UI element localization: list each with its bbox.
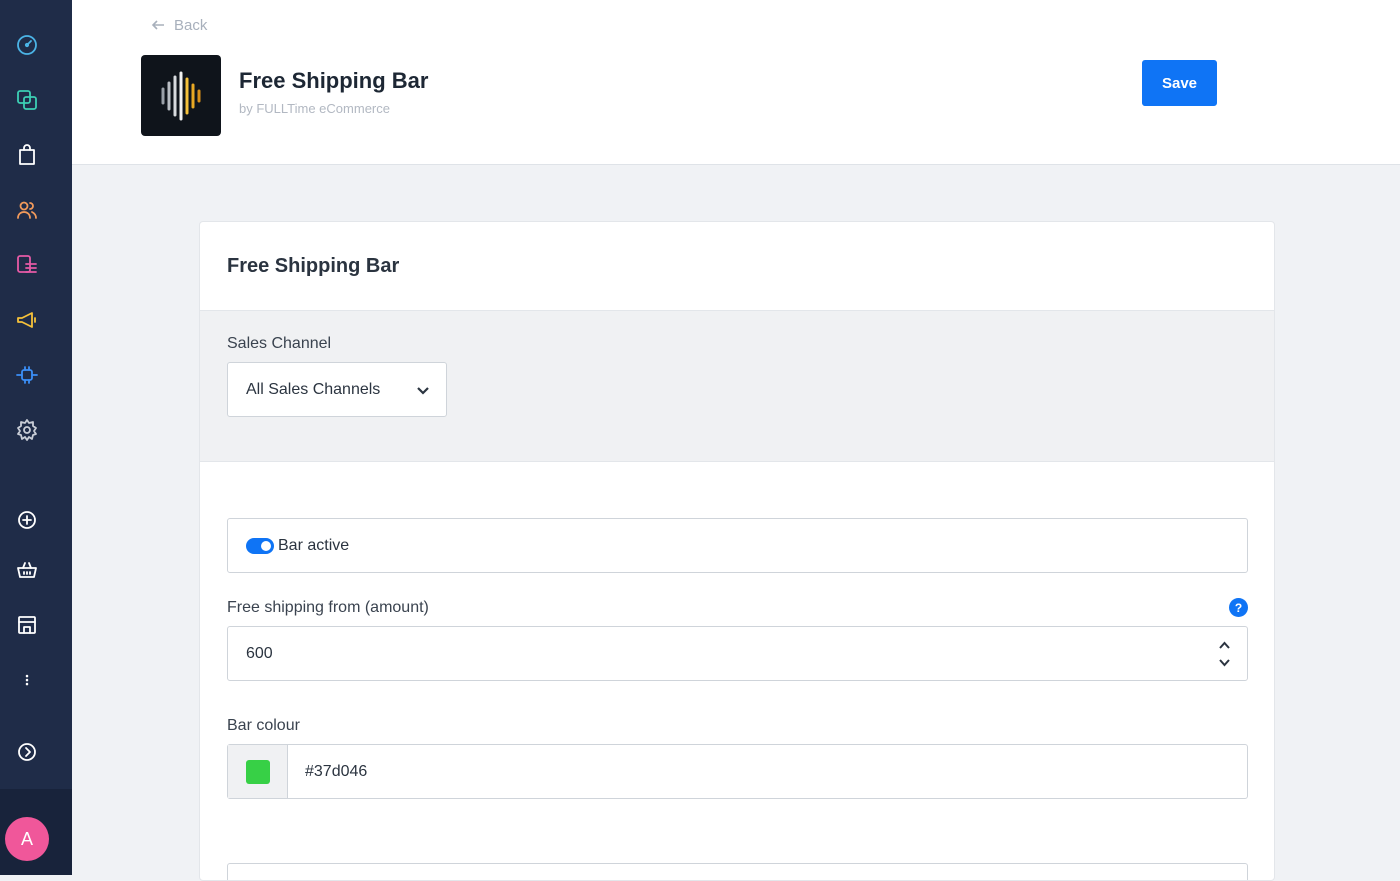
expand-circle-icon[interactable] (12, 737, 42, 767)
settings-card: Free Shipping Bar Sales Channel All Sale… (199, 221, 1275, 881)
shopping-bag-icon[interactable] (12, 140, 42, 170)
free-shipping-amount-input[interactable] (246, 644, 1146, 663)
app-subtitle: by FULLTime eCommerce (239, 101, 390, 116)
customers-icon[interactable] (12, 195, 42, 225)
amount-stepper[interactable] (1218, 640, 1231, 668)
arrow-left-icon (151, 20, 164, 30)
colour-swatch (245, 759, 270, 784)
bar-colour-label: Bar colour (227, 717, 300, 734)
app-title: Free Shipping Bar (239, 68, 429, 93)
app-logo (141, 55, 221, 136)
back-link[interactable]: Back (150, 15, 207, 35)
more-vertical-icon[interactable] (12, 665, 42, 695)
card-title: Free Shipping Bar (227, 255, 400, 277)
app-header: Back Free Shipping Bar by FULLTime eComm… (72, 0, 1400, 165)
sales-channel-section: Sales Channel All Sales Channels (200, 311, 1274, 462)
card-header: Free Shipping Bar (200, 222, 1274, 311)
sidebar: A (0, 0, 72, 875)
chevron-down-icon (417, 386, 429, 395)
store-icon[interactable] (12, 610, 42, 640)
dashboard-icon[interactable] (12, 30, 42, 60)
bar-active-field: Bar active (227, 518, 1248, 573)
sidebar-profile-area: A (0, 789, 72, 875)
bar-active-toggle[interactable] (246, 537, 274, 554)
colour-picker-button[interactable] (228, 745, 288, 798)
sales-channel-select[interactable]: All Sales Channels (227, 362, 447, 417)
content-icon[interactable] (12, 250, 42, 280)
megaphone-icon[interactable] (12, 305, 42, 335)
basket-icon[interactable] (12, 555, 42, 585)
help-icon[interactable]: ? (1229, 598, 1248, 617)
add-circle-icon[interactable] (12, 505, 42, 535)
free-shipping-amount-field (227, 626, 1248, 681)
bar-colour-input[interactable] (288, 762, 1188, 781)
sales-channel-value: All Sales Channels (246, 380, 381, 398)
settings-icon[interactable] (12, 415, 42, 445)
sales-channel-label: Sales Channel (227, 335, 332, 352)
back-label: Back (174, 16, 208, 34)
avatar[interactable]: A (5, 817, 49, 861)
next-field-partial (227, 863, 1248, 880)
plugin-icon[interactable] (12, 360, 42, 390)
free-shipping-label: Free shipping from (amount) (227, 598, 429, 616)
free-shipping-label-row: Free shipping from (amount) ? (227, 598, 1248, 617)
chevron-up-icon[interactable] (1218, 640, 1231, 650)
chevron-down-icon[interactable] (1218, 658, 1231, 668)
save-button[interactable]: Save (1142, 60, 1217, 106)
card-body: Bar active Free shipping from (amount) ?… (200, 462, 1274, 880)
layers-icon[interactable] (12, 85, 42, 115)
bar-colour-field (227, 744, 1248, 799)
soundwave-logo-icon (161, 71, 201, 120)
bar-active-label: Bar active (278, 536, 350, 554)
